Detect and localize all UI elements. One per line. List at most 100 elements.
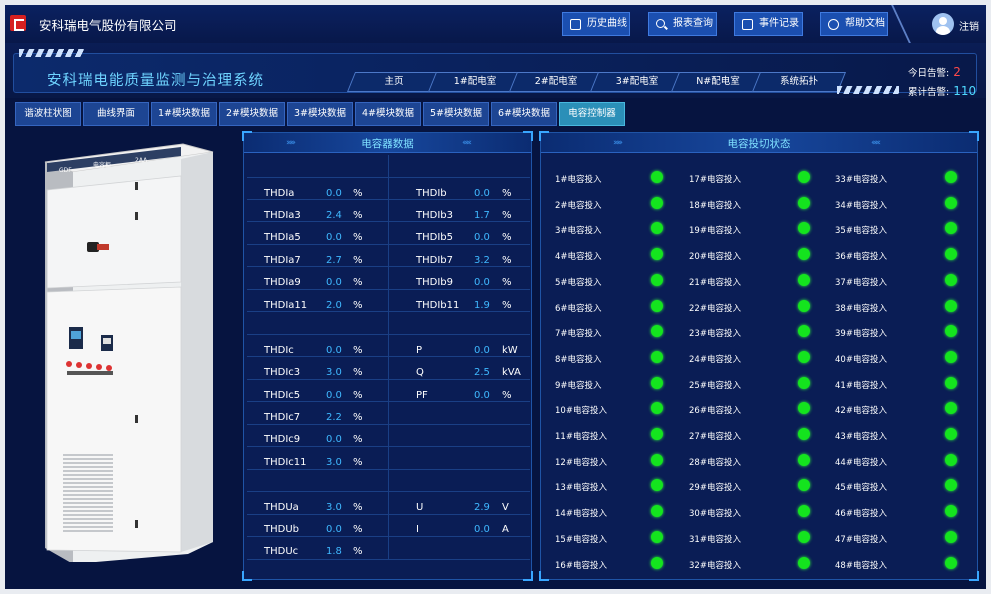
left-unit-thdia9: % xyxy=(353,277,363,288)
capacitor-27-status-indicator xyxy=(798,428,810,440)
capacitor-34-label: 34#电容投入 xyxy=(835,200,887,211)
row-separator xyxy=(247,199,530,200)
user-avatar-icon[interactable] xyxy=(932,13,954,35)
capacitor-48-label: 48#电容投入 xyxy=(835,560,887,571)
logout-link[interactable]: 注销 xyxy=(959,18,979,33)
left-unit-thdia7: % xyxy=(353,255,363,266)
capacitor-20-status-indicator xyxy=(798,248,810,261)
sub-tab-module4[interactable]: 4#模块数据 xyxy=(355,102,421,126)
search-icon xyxy=(656,19,665,28)
right-label-thdib5: THDIb5 xyxy=(416,232,453,243)
capacitor-46-label: 46#电容投入 xyxy=(835,509,887,520)
capacitor-7-status-indicator xyxy=(651,325,663,338)
left-unit-thdic3: % xyxy=(353,367,363,378)
left-value-thdic11: 3.0 xyxy=(326,457,342,468)
capacitor-26-label: 26#电容投入 xyxy=(689,406,741,417)
capacitor-24-label: 24#电容投入 xyxy=(689,354,741,365)
capacitor-15-label: 15#电容投入 xyxy=(555,534,607,545)
capacitor-7-label: 7#电容投入 xyxy=(555,329,602,340)
capacitor-18-status-indicator xyxy=(798,196,810,209)
left-value-thdic: 0.0 xyxy=(326,345,342,356)
capacitor-28-status-indicator xyxy=(798,453,810,466)
capacitor-3-status-indicator xyxy=(651,222,663,235)
left-label-thdia11: THDIa11 xyxy=(264,300,308,311)
right-unit-i: A xyxy=(502,524,509,535)
right-unit-q: kVA xyxy=(502,367,521,378)
nav-tab-room2[interactable]: 2#配电室 xyxy=(508,72,604,92)
left-unit-thdia5: % xyxy=(353,232,363,243)
capacitor-35-status-indicator xyxy=(945,222,957,235)
capacitor-25-label: 25#电容投入 xyxy=(689,380,741,391)
capacitor-40-status-indicator xyxy=(945,350,957,363)
report-query-button[interactable]: 报表查询 xyxy=(648,12,717,36)
capacitor-4-status-indicator xyxy=(651,248,663,261)
right-value-i: 0.0 xyxy=(474,524,490,535)
help-doc-button[interactable]: 帮助文档 xyxy=(820,12,888,36)
sub-tab-curve[interactable]: 曲线界面 xyxy=(83,102,149,126)
capacitor-data-panel: ››››› 电容器数据 ‹‹‹‹‹ THDIa 0.0% THDIa3 2.4% THD… xyxy=(242,131,533,581)
right-unit-u: V xyxy=(502,502,509,513)
left-unit-thdic11: % xyxy=(353,457,363,468)
row-separator xyxy=(247,289,530,290)
left-label-thdic5: THDIc5 xyxy=(264,390,301,401)
capacitor-44-status-indicator xyxy=(945,453,957,466)
sub-tab-module3[interactable]: 3#模块数据 xyxy=(287,102,353,126)
sub-tab-harmonic-bar[interactable]: 谐波柱状图 xyxy=(15,102,81,126)
left-label-thdic11: THDIc11 xyxy=(264,457,307,468)
left-value-thdia: 0.0 xyxy=(326,188,342,199)
right-label-thdib: THDIb xyxy=(416,188,447,199)
capacitor-24-status-indicator xyxy=(798,350,810,363)
capacitor-cabinet-image: GDF 电容柜 2AA xyxy=(44,143,214,562)
capacitor-23-label: 23#电容投入 xyxy=(689,329,741,340)
capacitor-41-label: 41#电容投入 xyxy=(835,380,887,391)
capacitor-data-title: 电容器数据 xyxy=(361,138,414,150)
row-separator xyxy=(247,469,530,470)
capacitor-data-header: ››››› 电容器数据 ‹‹‹‹‹ xyxy=(244,133,531,153)
header-band: 安科瑞电能质量监测与治理系统 主页 1#配电室 2#配电室 3#配电室 N#配电… xyxy=(5,43,986,98)
row-separator xyxy=(247,424,530,425)
left-value-thdub: 0.0 xyxy=(326,524,342,535)
left-value-thdia7: 2.7 xyxy=(326,255,342,266)
today-alarm[interactable]: 今日告警: 2 xyxy=(908,65,961,79)
nav-tab-room3[interactable]: 3#配电室 xyxy=(589,72,685,92)
capacitor-33-status-indicator xyxy=(945,171,957,183)
history-curve-button[interactable]: 历史曲线 xyxy=(562,12,630,36)
system-title: 安科瑞电能质量监测与治理系统 xyxy=(47,73,264,89)
left-value-thdic7: 2.2 xyxy=(326,412,342,423)
capacitor-27-label: 27#电容投入 xyxy=(689,432,741,442)
right-value-thdib11: 1.9 xyxy=(474,300,490,311)
right-label-q: Q xyxy=(416,367,424,378)
row-separator xyxy=(247,334,530,335)
sub-tab-module2[interactable]: 2#模块数据 xyxy=(219,102,285,126)
help-icon xyxy=(828,19,839,30)
row-separator xyxy=(247,559,530,560)
right-value-thdib5: 0.0 xyxy=(474,232,490,243)
left-unit-thdic5: % xyxy=(353,390,363,401)
left-label-thdic9: THDIc9 xyxy=(264,434,301,445)
capacitor-47-label: 47#电容投入 xyxy=(835,534,887,545)
sub-tab-capacitor-controller[interactable]: 电容控制器 xyxy=(559,102,625,126)
total-alarm-count: 110 xyxy=(953,84,977,98)
nav-tab-home[interactable]: 主页 xyxy=(346,72,442,92)
row-separator xyxy=(247,356,530,357)
left-label-thdia7: THDIa7 xyxy=(264,255,301,266)
left-unit-thdia11: % xyxy=(353,300,363,311)
nav-tab-topology[interactable]: 系统拓扑 xyxy=(751,72,847,92)
nav-tab-room1[interactable]: 1#配电室 xyxy=(427,72,523,92)
row-separator xyxy=(247,514,530,515)
left-unit-thdic7: % xyxy=(353,412,363,423)
capacitor-22-status-indicator xyxy=(798,299,810,312)
event-log-button[interactable]: 事件记录 xyxy=(734,12,803,36)
company-name: 安科瑞电气股份有限公司 xyxy=(39,18,177,33)
capacitor-25-status-indicator xyxy=(798,376,810,389)
capacitor-1-label: 1#电容投入 xyxy=(555,175,602,185)
sub-tab-module5[interactable]: 5#模块数据 xyxy=(423,102,489,126)
right-value-p: 0.0 xyxy=(474,345,490,356)
nav-tab-roomN[interactable]: N#配电室 xyxy=(670,72,766,92)
left-value-thduc: 1.8 xyxy=(326,546,342,557)
right-unit-pf: % xyxy=(502,390,512,401)
sub-tab-module1[interactable]: 1#模块数据 xyxy=(151,102,217,126)
sub-tab-module6[interactable]: 6#模块数据 xyxy=(491,102,557,126)
capacitor-9-status-indicator xyxy=(651,376,663,389)
total-alarm[interactable]: 累计告警: 110 xyxy=(908,84,976,98)
